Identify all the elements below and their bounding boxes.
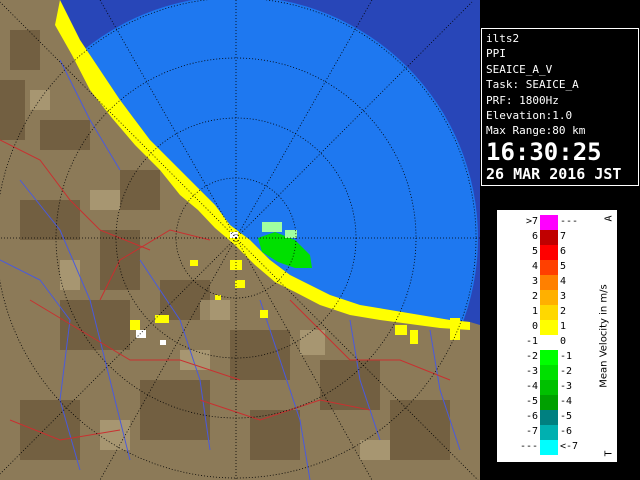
legend-color-swatch	[540, 365, 558, 380]
legend-color-swatch	[540, 350, 558, 365]
legend-color-swatch	[540, 275, 558, 290]
volume-name: SEAICE_A_V	[486, 62, 553, 76]
legend-row-left-value: -6	[525, 411, 538, 422]
legend-color-swatch	[540, 425, 558, 440]
legend-color-swatch	[540, 320, 558, 335]
legend-top-marker: A	[603, 215, 615, 222]
legend-row-left-value: 4	[531, 261, 538, 272]
legend-bottom-marker: T	[603, 450, 615, 457]
clock-date: 26 MAR 2016 JST	[486, 164, 622, 183]
legend-row-right-value: 2	[560, 306, 567, 317]
scan-mode: PPI	[486, 47, 506, 61]
legend-row-right-value: -2	[560, 366, 573, 377]
legend-row-left-value: 5	[531, 246, 538, 257]
legend-color-swatch	[540, 335, 558, 350]
radar-ppi-display	[0, 0, 480, 480]
legend-color-swatch	[540, 230, 558, 245]
legend-row-left-value: 2	[531, 291, 538, 302]
legend-title: Mean Velocity in m/s	[598, 284, 610, 388]
legend-row-left-value: -4	[525, 381, 538, 392]
legend-color-swatch	[540, 290, 558, 305]
legend-color-swatch	[540, 305, 558, 320]
legend-color-swatch	[540, 260, 558, 275]
info-panel: ilts2 PPI SEAICE_A_V Task: SEAICE_A PRF:…	[481, 28, 639, 186]
legend-row-left-value: -7	[525, 426, 538, 437]
legend-row-left-value: 0	[531, 321, 538, 332]
legend-row-right-value: 1	[560, 321, 567, 332]
legend-row-left-value: 6	[531, 231, 538, 242]
legend-row-right-value: 3	[560, 291, 567, 302]
legend-row-right-value: 6	[560, 246, 567, 257]
legend-row-right-value: -3	[560, 381, 573, 392]
legend-color-swatch	[540, 410, 558, 425]
legend-row-left-value: -1	[525, 336, 538, 347]
legend-color-swatch	[540, 395, 558, 410]
legend-row-left-value: -2	[525, 351, 538, 362]
max-range-value: Max Range:80 km	[486, 124, 586, 138]
legend-row-right-value: ---	[560, 216, 579, 227]
clock-time: 16:30:25	[486, 137, 602, 166]
legend-row-right-value: 4	[560, 276, 567, 287]
legend-row-right-value: <-7	[560, 441, 579, 452]
legend-row-right-value: -5	[560, 411, 573, 422]
velocity-legend: >7 --- 6 7 5 6 4 5 3 4 2 3 1 2 0 1 -1 0 -2 -1 -3 -2 -4 -3 -5 -4 -6…	[497, 210, 617, 462]
legend-title-container: Mean Velocity in m/s	[596, 211, 612, 461]
legend-color-swatch	[540, 380, 558, 395]
legend-row-left-value: -3	[525, 366, 538, 377]
legend-row-right-value: -1	[560, 351, 573, 362]
task-name: Task: SEAICE_A	[486, 78, 579, 92]
legend-row-left-value: -5	[525, 396, 538, 407]
legend-row-left-value: ---	[519, 441, 538, 452]
legend-color-swatch	[540, 215, 558, 230]
elevation-value: Elevation:1.0	[486, 109, 573, 123]
legend-row-right-value: 5	[560, 261, 567, 272]
site-name: ilts2	[486, 32, 520, 45]
legend-color-swatch	[540, 440, 558, 455]
legend-row-right-value: -6	[560, 426, 573, 437]
legend-row-left-value: 1	[531, 306, 538, 317]
legend-row-right-value: 7	[560, 231, 567, 242]
legend-row-right-value: 0	[560, 336, 567, 347]
legend-color-swatch	[540, 245, 558, 260]
legend-row-left-value: 3	[531, 276, 538, 287]
legend-row-right-value: -4	[560, 396, 573, 407]
legend-row-left-value: >7	[525, 216, 538, 227]
prf-value: PRF: 1800Hz	[486, 93, 559, 107]
